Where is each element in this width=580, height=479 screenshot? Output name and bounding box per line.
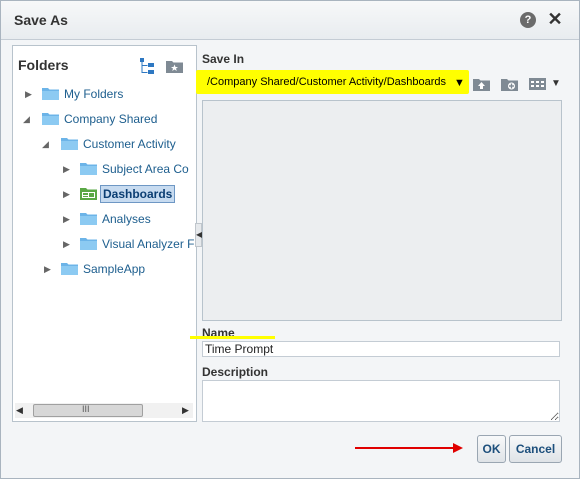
tree-item-customer-activity[interactable]: ◢ Customer Activity — [13, 135, 196, 155]
folders-header: Folders — [13, 46, 196, 80]
tree-view-icon[interactable] — [140, 58, 154, 74]
view-dropdown-icon[interactable]: ▼ — [551, 78, 561, 89]
folder-tree: ▶ My Folders ◢ Company Shared ◢ Customer… — [13, 81, 196, 396]
dashboard-folder-icon — [80, 188, 97, 200]
tree-item-dashboards[interactable]: ▶ Dashboards — [13, 185, 196, 205]
tree-item-label: My Folders — [64, 87, 124, 101]
collapse-arrow-icon[interactable]: ◢ — [23, 114, 31, 124]
name-input[interactable] — [202, 341, 560, 357]
expand-arrow-icon[interactable]: ▶ — [63, 189, 71, 199]
description-input[interactable] — [202, 380, 560, 422]
tree-item-label: Dashboards — [100, 185, 176, 203]
expand-arrow-icon[interactable]: ▶ — [63, 239, 71, 249]
folder-icon — [61, 138, 78, 150]
horizontal-scrollbar[interactable]: ◀ III ▶ — [15, 403, 193, 418]
cancel-button[interactable]: Cancel — [509, 435, 562, 463]
scroll-left-icon[interactable]: ◀ — [16, 405, 23, 416]
folder-icon — [42, 113, 59, 125]
path-dropdown-icon[interactable]: ▼ — [454, 77, 465, 89]
tree-item-visual-analyzer[interactable]: ▶ Visual Analyzer F — [13, 235, 196, 255]
tree-item-label: Visual Analyzer F — [102, 237, 195, 251]
tree-item-label: Company Shared — [64, 112, 158, 126]
expand-arrow-icon[interactable]: ▶ — [25, 89, 33, 99]
folder-icon — [80, 238, 97, 250]
expand-arrow-icon[interactable]: ▶ — [63, 164, 71, 174]
panel-splitter[interactable]: ◀ — [195, 223, 202, 247]
tree-item-label: Customer Activity — [83, 137, 176, 151]
tree-item-my-folders[interactable]: ▶ My Folders — [13, 85, 196, 105]
tree-item-subject-area[interactable]: ▶ Subject Area Co — [13, 160, 196, 180]
tree-item-sampleapp[interactable]: ▶ SampleApp — [13, 260, 196, 280]
tree-item-label: Analyses — [102, 212, 151, 226]
scroll-right-icon[interactable]: ▶ — [182, 405, 189, 416]
highlight-underline — [190, 336, 275, 339]
folders-title: Folders — [18, 57, 69, 73]
expand-arrow-icon[interactable]: ▶ — [63, 214, 71, 224]
save-in-label: Save In — [202, 52, 245, 66]
save-in-path-value: /Company Shared/Customer Activity/Dashbo… — [207, 76, 447, 88]
tree-item-label: Subject Area Co — [102, 162, 189, 176]
annotation-arrow — [355, 447, 455, 449]
description-label: Description — [202, 365, 269, 379]
favorite-folder-icon[interactable] — [166, 59, 183, 73]
ok-button[interactable]: OK — [477, 435, 506, 463]
dialog-titlebar: Save As ? ✕ — [1, 1, 579, 40]
help-icon[interactable]: ? — [520, 12, 536, 28]
tree-item-label: SampleApp — [83, 262, 146, 276]
close-icon[interactable]: ✕ — [547, 10, 563, 28]
tree-item-company-shared[interactable]: ◢ Company Shared — [13, 110, 196, 130]
new-folder-icon[interactable] — [501, 77, 518, 91]
expand-arrow-icon[interactable]: ▶ — [44, 264, 52, 274]
folder-icon — [42, 88, 59, 100]
view-options-icon[interactable] — [529, 77, 546, 91]
folders-panel: Folders ▶ My Folders ◢ Company Shared ◢ — [12, 45, 197, 422]
folder-up-icon[interactable] — [473, 77, 490, 91]
scrollbar-grip: III — [82, 404, 90, 414]
scrollbar-thumb[interactable]: III — [33, 404, 143, 417]
tree-item-analyses[interactable]: ▶ Analyses — [13, 210, 196, 230]
annotation-arrow-head — [453, 443, 463, 453]
folder-icon — [80, 163, 97, 175]
folder-icon — [80, 213, 97, 225]
file-list-area[interactable] — [202, 100, 562, 321]
folder-icon — [61, 263, 78, 275]
collapse-arrow-icon[interactable]: ◢ — [42, 139, 50, 149]
dialog-title: Save As — [14, 12, 68, 28]
